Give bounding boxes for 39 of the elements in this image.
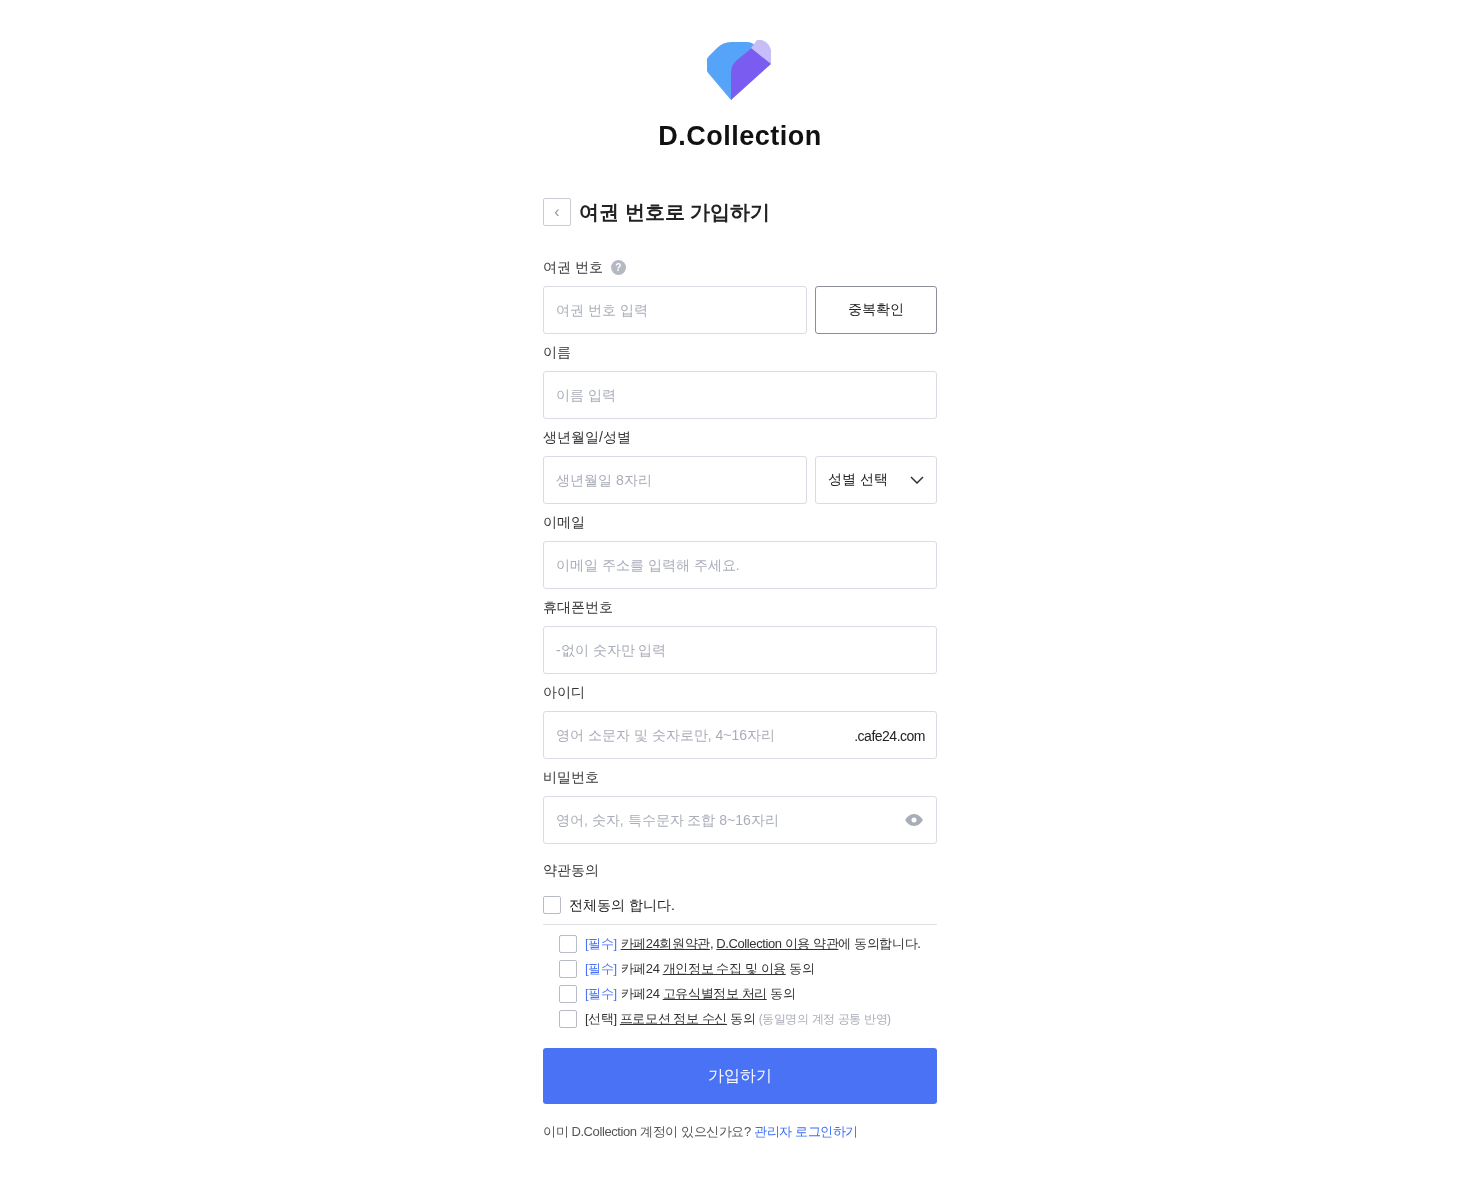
field-label: 생년월일/성별 [543,427,631,447]
text-field[interactable]: 이메일 주소를 입력해 주세요. [543,540,937,589]
field-label: 아이디 [543,682,585,702]
signup-button[interactable]: 가입하기 [543,1047,937,1104]
terms-link[interactable]: D.Collection 이용 약관 [716,935,839,951]
domain-suffix: .cafe24.com [854,726,925,746]
chevron-down-icon [910,475,924,484]
login-prompt: 이미 D.Collection 계정이 있으신가요? 관리자 로그인하기 [543,1122,859,1141]
gender-select[interactable]: 성별 선택 [815,455,937,504]
agree-all-label: 전체동의 합니다. [569,895,675,915]
eye-icon[interactable] [905,813,923,826]
admin-login-link[interactable]: 관리자 로그인하기 [754,1123,858,1139]
term-text: [선택] 프로모션 정보 수신 동의 (동일명의 계정 공통 반영) [585,1009,891,1028]
text-field[interactable]: 이름 입력 [543,370,937,419]
terms-link[interactable]: 프로모션 정보 수신 [619,1010,728,1026]
term-text: [필수] 카페24 개인정보 수집 및 이용 동의 [585,959,815,978]
checkbox[interactable] [543,896,561,914]
page-title: 여권 번호로 가입하기 [579,199,771,225]
term-text: [필수] 카페24 고유식별정보 처리 동의 [585,984,796,1003]
checkbox[interactable] [559,1009,577,1028]
text-field[interactable]: -없이 숫자만 입력 [543,625,937,674]
field-label: 이메일 [543,512,585,532]
field-label: 여권 번호 [543,257,603,277]
duplicate-check-button[interactable]: 중복확인 [815,285,937,334]
text-field[interactable]: 생년월일 8자리 [543,455,807,504]
checkbox[interactable] [559,934,577,953]
brand-name: D.Collection [658,120,822,153]
field-label: 비밀번호 [543,767,599,787]
section-label: 약관동의 [543,860,600,880]
terms-link[interactable]: 카페24회원약관 [620,935,710,951]
checkbox[interactable] [559,984,577,1003]
checkbox[interactable] [559,959,577,978]
text-field[interactable]: 여권 번호 입력 [543,285,807,334]
password-field[interactable]: 영어, 숫자, 특수문자 조합 8~16자리 [543,795,937,844]
terms-link[interactable]: 개인정보 수집 및 이용 [662,960,786,976]
field-label: 이름 [543,342,571,362]
terms-link[interactable]: 고유식별정보 처리 [662,985,767,1001]
field-label: 휴대폰번호 [543,597,613,617]
term-text: [필수] 카페24회원약관, D.Collection 이용 약관에 동의합니다. [585,934,921,953]
